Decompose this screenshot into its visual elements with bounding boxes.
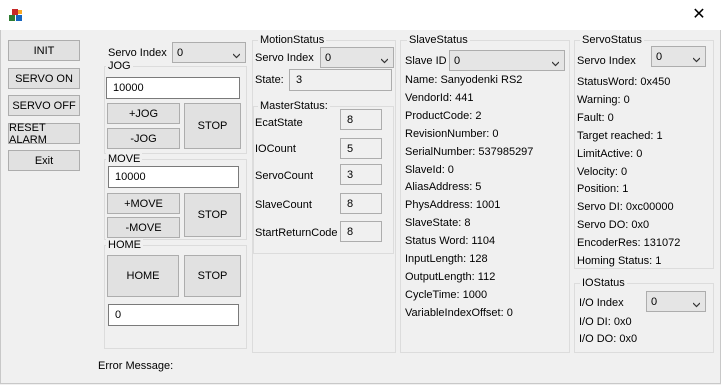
app-blocks-icon: [8, 7, 24, 23]
slave-info-line: CycleTime: 1000: [405, 288, 488, 301]
servo-info-line: Velocity: 0: [577, 165, 628, 178]
slave-info-line: Name: Sanyodenki RS2: [405, 74, 523, 86]
servo-off-button[interactable]: SERVO OFF: [8, 95, 80, 116]
servo-index-label: Servo Index: [108, 47, 167, 59]
slave-info-line: OutputLength: 112: [405, 270, 496, 283]
slave-info-line: SlaveId: 0: [405, 163, 454, 176]
home-group-title: HOME: [106, 239, 143, 252]
master-ecat-state-value: 8: [340, 109, 382, 130]
slave-info-line: SlaveState: 8: [405, 217, 471, 230]
home-button[interactable]: HOME: [107, 255, 179, 297]
jog-group-title: JOG: [106, 60, 133, 73]
io-status-title: IOStatus: [580, 277, 627, 290]
motion-servo-index-label: Servo Index: [255, 52, 314, 64]
servo-info-line: StatusWord: 0x450: [577, 76, 671, 88]
move-minus-button[interactable]: -MOVE: [107, 217, 180, 238]
slave-id-select[interactable]: 0: [449, 50, 565, 71]
motion-state-label: State:: [255, 74, 284, 86]
slave-info-line: AliasAddress: 5: [405, 181, 482, 194]
servo-info-line: Position: 1: [577, 183, 629, 196]
master-start-return-code-value: 8: [340, 221, 382, 242]
servo-info-line: Fault: 0: [577, 111, 614, 124]
servo-info-line: EncoderRes: 131072: [577, 237, 681, 250]
init-button[interactable]: INIT: [8, 40, 80, 61]
home-stop-button[interactable]: STOP: [184, 255, 241, 297]
slave-info-line: Status Word: 1104: [405, 235, 496, 248]
chevron-down-icon: [551, 58, 560, 66]
master-slave-count-value: 8: [340, 193, 382, 214]
io-di-value: I/O DI: 0x0: [579, 316, 632, 328]
io-index-select[interactable]: 0: [646, 291, 706, 312]
move-stop-button[interactable]: STOP: [184, 193, 241, 237]
slave-info-line: VariableIndexOffset: 0: [405, 306, 513, 319]
title-bar: [0, 0, 721, 30]
jog-plus-button[interactable]: +JOG: [107, 103, 180, 124]
motion-state-value: 3: [289, 69, 392, 91]
chevron-down-icon: [232, 50, 241, 58]
servo-status-index-select[interactable]: 0: [651, 46, 706, 67]
servo-on-button[interactable]: SERVO ON: [8, 68, 80, 89]
servo-index-value: 0: [177, 46, 184, 59]
master-status-title: MasterStatus:: [258, 100, 330, 113]
move-group-title: MOVE: [106, 153, 143, 166]
master-slave-count-label: SlaveCount: [255, 199, 312, 211]
motion-servo-index-value: 0: [325, 51, 332, 64]
io-do-value: I/O DO: 0x0: [579, 333, 638, 345]
jog-minus-button[interactable]: -JOG: [107, 128, 180, 149]
servo-index-select[interactable]: 0: [172, 42, 246, 63]
servo-info-line: Warning: 0: [577, 93, 630, 106]
servo-status-title: ServoStatus: [580, 34, 644, 47]
jog-speed-input[interactable]: 10000: [106, 77, 240, 99]
move-distance-input[interactable]: 10000: [108, 166, 239, 188]
home-offset-input[interactable]: 0: [108, 304, 239, 326]
slave-info-line: RevisionNumber: 0: [405, 127, 499, 140]
exit-button[interactable]: Exit: [8, 150, 80, 171]
close-window-button[interactable]: ✕: [688, 4, 710, 26]
master-io-count-label: IOCount: [255, 143, 296, 155]
slave-info-line: SerialNumber: 537985297: [405, 145, 534, 158]
slave-id-label: Slave ID: [405, 55, 447, 67]
servo-info-line: Servo DO: 0x0: [577, 219, 650, 232]
servo-info-line: Target reached: 1: [577, 129, 663, 142]
slave-info-line: VendorId: 441: [405, 91, 474, 104]
io-index-label: I/O Index: [579, 297, 624, 309]
motion-status-title: MotionStatus: [258, 34, 327, 47]
chevron-down-icon: [380, 55, 389, 63]
servo-info-line: Homing Status: 1: [577, 255, 662, 267]
slave-id-value: 0: [454, 54, 461, 67]
servo-status-index-label: Servo Index: [577, 55, 636, 67]
motion-servo-index-select[interactable]: 0: [320, 47, 394, 68]
slave-info-line: ProductCode: 2: [405, 109, 482, 122]
move-plus-button[interactable]: +MOVE: [107, 193, 180, 214]
master-servo-count-value: 3: [340, 164, 382, 185]
io-index-value: 0: [651, 295, 658, 308]
master-servo-count-label: ServoCount: [255, 170, 314, 182]
chevron-down-icon: [692, 54, 701, 62]
slave-info-line: InputLength: 128: [405, 253, 488, 265]
servo-info-line: LimitActive: 0: [577, 147, 643, 160]
jog-stop-button[interactable]: STOP: [184, 103, 241, 149]
servo-status-index-value: 0: [656, 50, 663, 63]
reset-alarm-button[interactable]: RESET ALARM: [8, 122, 80, 146]
master-start-return-code-label: StartReturnCode: [255, 227, 338, 239]
master-io-count-value: 5: [340, 138, 382, 159]
slave-status-title: SlaveStatus: [407, 34, 470, 47]
slave-info-line: PhysAddress: 1001: [405, 199, 501, 212]
master-ecat-state-label: EcatState: [255, 117, 303, 129]
servo-info-line: Servo DI: 0xc00000: [577, 201, 674, 214]
error-message-label: Error Message:: [98, 360, 174, 372]
chevron-down-icon: [692, 299, 701, 307]
